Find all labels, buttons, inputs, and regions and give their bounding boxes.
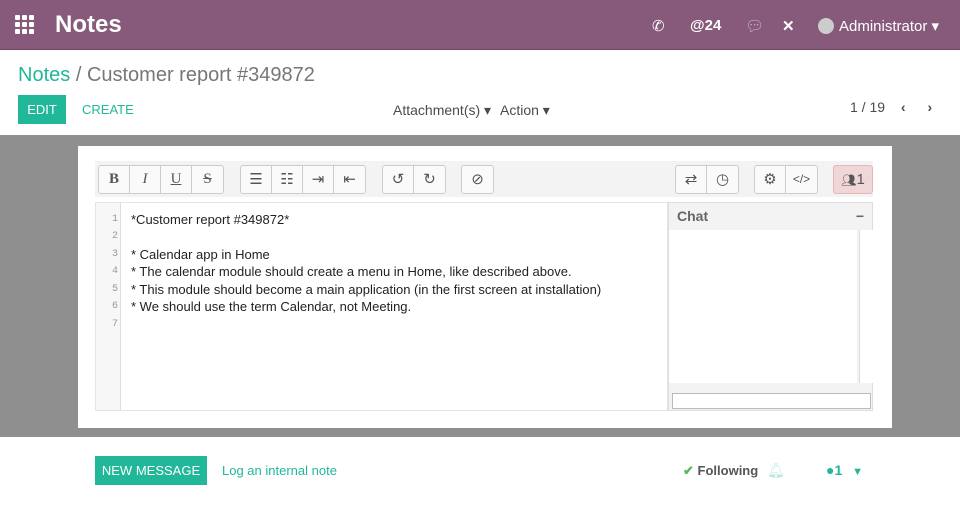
line-number: 5 (111, 284, 118, 295)
attachments-dropdown[interactable]: Attachment(s) ▾ (393, 102, 491, 119)
embed-code-icon[interactable]: </> (786, 166, 817, 193)
mentions-counter[interactable]: @24 (690, 17, 721, 34)
breadcrumb-separator: / (75, 64, 82, 86)
chat-bubbles-icon[interactable]: 💬︎ (745, 17, 764, 35)
editor-line: * We should use the term Calendar, not M… (131, 299, 412, 314)
strikethrough-icon[interactable]: S (192, 166, 223, 193)
editor-toolbar: BIUS ☰ ☷ ⇥ ⇤ ↺ ↻ ⊘ ⇄ ◷ ⚙ </> 👥︎1 (95, 161, 873, 197)
editor-line: *Customer report #349872* (131, 212, 290, 227)
chat-panel: Chat − (668, 202, 873, 411)
create-button[interactable]: CREATE (82, 102, 134, 117)
redo-icon[interactable]: ↻ (414, 166, 445, 193)
outdent-icon[interactable]: ⇤ (334, 166, 365, 193)
line-number: 7 (111, 319, 118, 330)
breadcrumb-notes-link[interactable]: Notes (18, 64, 70, 86)
preview-toggle-icon[interactable]: ⊘ (462, 166, 493, 193)
followers-dropdown[interactable]: ●1 ▼ (826, 462, 863, 478)
new-message-button[interactable]: NEW MESSAGE (95, 456, 207, 485)
debug-tools-icon[interactable]: ✕ (782, 17, 795, 35)
line-number: 3 (111, 249, 118, 260)
edit-button[interactable]: EDIT (18, 95, 66, 124)
pad-editor[interactable]: 1 2 3 4 5 6 7 *Customer report #349872* … (95, 202, 668, 411)
pager: 1 / 19 ‹ › (850, 99, 932, 115)
notification-bell-icon[interactable]: 🔔︎ (767, 462, 785, 479)
top-navbar: Notes ✆ @24 💬︎ ✕ Administrator ▾ (0, 0, 960, 50)
followers-count: 1 (834, 462, 843, 478)
line-number: 2 (111, 231, 118, 242)
underline-icon[interactable]: U (161, 166, 192, 193)
chat-title: Chat (677, 208, 709, 224)
action-dropdown[interactable]: Action ▾ (500, 102, 550, 119)
chat-scrollbar[interactable] (859, 230, 873, 383)
settings-gear-icon[interactable]: ⚙ (755, 166, 786, 193)
undo-icon[interactable]: ↺ (383, 166, 414, 193)
pager-value: 1 / 19 (850, 99, 886, 115)
editor-line: * The calendar module should create a me… (131, 264, 572, 279)
check-icon: ✔ (683, 463, 694, 478)
italic-icon[interactable]: I (130, 166, 161, 193)
chat-minimize-button[interactable]: − (856, 208, 864, 224)
line-number: 1 (111, 214, 118, 225)
breadcrumb-current: Customer report #349872 (86, 64, 315, 86)
app-title: Notes (55, 11, 122, 38)
line-number: 4 (111, 266, 118, 277)
user-name: Administrator (839, 18, 928, 35)
editor-line: * Calendar app in Home (131, 247, 270, 262)
previous-record-icon[interactable]: ‹ (901, 99, 906, 115)
following-button[interactable]: ✔ Following (683, 463, 758, 479)
caret-down-icon: ▼ (852, 466, 864, 478)
user-menu[interactable]: Administrator ▾ (839, 17, 939, 35)
chat-messages (669, 230, 857, 383)
following-label: Following (697, 463, 759, 478)
apps-menu-icon[interactable] (15, 15, 35, 34)
avatar[interactable] (818, 18, 834, 34)
ordered-list-icon[interactable]: ☰ (241, 166, 272, 193)
bold-icon[interactable]: B (99, 166, 130, 193)
history-icon[interactable]: ◷ (707, 166, 738, 193)
next-record-icon[interactable]: › (927, 99, 932, 115)
swap-icon[interactable]: ⇄ (676, 166, 707, 193)
log-note-link[interactable]: Log an internal note (222, 463, 337, 478)
editor-line: * This module should become a main appli… (131, 282, 602, 297)
breadcrumb: Notes / Customer report #349872 (18, 64, 315, 87)
indent-icon[interactable]: ⇥ (303, 166, 334, 193)
line-number: 6 (111, 301, 118, 312)
users-icon[interactable]: 👥︎1 (834, 166, 872, 193)
chat-header: Chat − (669, 203, 872, 229)
collaborators-count: 1 (856, 171, 865, 188)
phone-icon[interactable]: ✆ (652, 17, 665, 35)
chat-input[interactable] (672, 393, 871, 409)
unordered-list-icon[interactable]: ☷ (272, 166, 303, 193)
